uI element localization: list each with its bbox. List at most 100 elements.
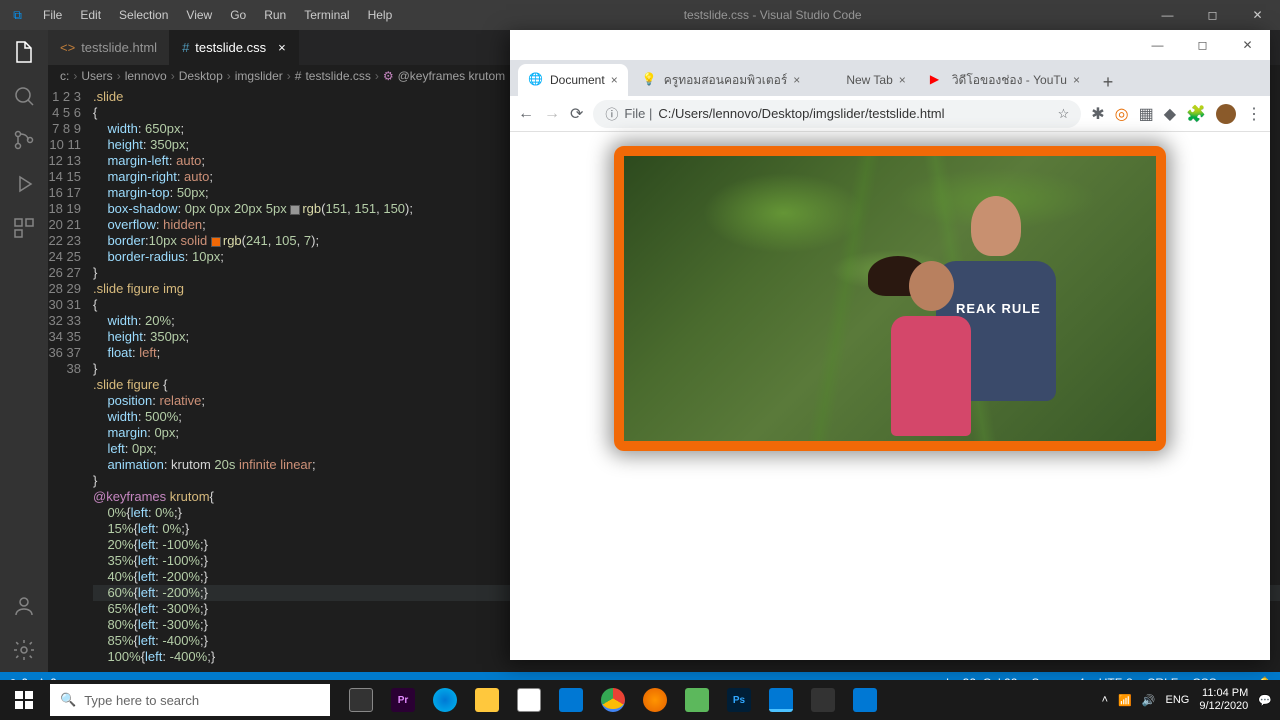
browser-maximize-button[interactable]: ◻ — [1180, 38, 1225, 52]
line-numbers: 1 2 3 4 5 6 7 8 9 10 11 12 13 14 15 16 1… — [48, 87, 93, 672]
chrome-titlebar: — ◻ ✕ — [510, 30, 1270, 60]
browser-tabs: 🌐 Document × 💡 ครูทอมสอนคอมพิวเตอร์ × New Ta… — [510, 60, 1270, 96]
tab-html[interactable]: <> testslide.html — [48, 30, 170, 65]
ext-icon[interactable]: ✱ — [1091, 104, 1104, 124]
app-photos[interactable] — [844, 680, 886, 720]
star-icon[interactable]: ☆ — [1058, 106, 1070, 122]
tab-label: วิดีโอของช่อง - YouTu — [952, 71, 1067, 90]
address-bar[interactable]: ⓘ File | C:/Users/lennovo/Desktop/imgsli… — [593, 100, 1081, 128]
browser-close-button[interactable]: ✕ — [1225, 38, 1270, 52]
taskbar-apps: Pr Ps — [340, 680, 886, 720]
search-icon: 🔍 — [60, 692, 76, 708]
menu-run[interactable]: Run — [256, 4, 294, 26]
tab-close-icon[interactable]: × — [899, 73, 906, 87]
extensions-area: ✱ ◎ ▦ ◆ 🧩 ⋮ — [1091, 104, 1262, 124]
start-button[interactable] — [0, 680, 48, 720]
menu-go[interactable]: Go — [222, 4, 254, 26]
menu-edit[interactable]: Edit — [72, 4, 109, 26]
menu-icon[interactable]: ⋮ — [1246, 104, 1262, 124]
explorer-icon[interactable] — [12, 40, 36, 64]
ext-icon[interactable]: ◆ — [1164, 104, 1176, 124]
debug-icon[interactable] — [12, 172, 36, 196]
app-premiere[interactable]: Pr — [382, 680, 424, 720]
extensions-icon[interactable] — [12, 216, 36, 240]
menu-help[interactable]: Help — [360, 4, 401, 26]
favicon: 💡 — [642, 72, 658, 88]
browser-minimize-button[interactable]: — — [1135, 38, 1180, 52]
reload-button[interactable]: ⟳ — [570, 104, 583, 124]
window-title: testslide.css - Visual Studio Code — [400, 8, 1145, 22]
address-bar-row: ← → ⟳ ⓘ File | C:/Users/lennovo/Desktop/… — [510, 96, 1270, 132]
browser-tab-2[interactable]: 💡 ครูทอมสอนคอมพิวเตอร์ × — [632, 64, 811, 96]
tray-network-icon[interactable]: 📶 — [1118, 694, 1132, 707]
source-control-icon[interactable] — [12, 128, 36, 152]
tab-close-icon[interactable]: × — [278, 40, 286, 55]
tray-volume-icon[interactable]: 🔊 — [1142, 694, 1156, 707]
app-explorer[interactable] — [466, 680, 508, 720]
page-content — [510, 132, 1270, 660]
app-photoshop[interactable]: Ps — [718, 680, 760, 720]
app-store[interactable] — [508, 680, 550, 720]
taskbar-clock[interactable]: 11:04 PM 9/12/2020 — [1199, 687, 1248, 713]
back-button[interactable]: ← — [518, 105, 534, 123]
app-taskview[interactable] — [340, 680, 382, 720]
app-paint[interactable] — [802, 680, 844, 720]
tray-language[interactable]: ENG — [1166, 694, 1190, 706]
taskbar-search[interactable]: 🔍 Type here to search — [50, 684, 330, 716]
search-icon[interactable] — [12, 84, 36, 108]
chrome-window: — ◻ ✕ 🌐 Document × 💡 ครูทอมสอนคอมพิวเตอร์ × … — [510, 30, 1270, 660]
forward-button[interactable]: → — [544, 105, 560, 123]
windows-taskbar: 🔍 Type here to search Pr Ps ˄ 📶 🔊 ENG 11:… — [0, 680, 1280, 720]
tab-close-icon[interactable]: × — [1073, 73, 1080, 87]
app-vscode[interactable] — [760, 680, 802, 720]
image-slider — [614, 146, 1166, 451]
info-icon[interactable]: ⓘ — [605, 104, 618, 123]
clock-time: 11:04 PM — [1199, 687, 1248, 700]
menu-bar: File Edit Selection View Go Run Terminal… — [35, 4, 400, 26]
browser-tab-4[interactable]: ▶วิดีโอของช่อง - YouTu× — [920, 64, 1090, 96]
clock-date: 9/12/2020 — [1199, 700, 1248, 713]
slide-figure-girl — [876, 261, 986, 441]
account-icon[interactable] — [12, 594, 36, 618]
new-tab-button[interactable]: + — [1094, 68, 1122, 96]
ext-icon[interactable]: ◎ — [1115, 104, 1129, 124]
url-text: C:/Users/lennovo/Desktop/imgslider/tests… — [658, 106, 944, 121]
vscode-titlebar: ⧉ File Edit Selection View Go Run Termin… — [0, 0, 1280, 30]
ext-icon[interactable]: ▦ — [1139, 104, 1154, 124]
profile-avatar[interactable] — [1216, 104, 1236, 124]
tab-label: New Tab — [846, 73, 892, 87]
activity-bar — [0, 30, 48, 672]
minimize-button[interactable]: — — [1145, 0, 1190, 30]
tab-label: ครูทอมสอนคอมพิวเตอร์ — [664, 71, 788, 90]
css-file-icon: # — [182, 40, 189, 55]
url-prefix: File | — [624, 106, 652, 121]
browser-tab-3[interactable]: New Tab × — [814, 64, 916, 96]
app-edge[interactable] — [424, 680, 466, 720]
search-placeholder: Type here to search — [84, 693, 199, 708]
tab-label: testslide.css — [195, 40, 266, 55]
system-tray: ˄ 📶 🔊 ENG 11:04 PM 9/12/2020 💬 — [1102, 687, 1280, 713]
menu-view[interactable]: View — [178, 4, 220, 26]
settings-icon[interactable] — [12, 638, 36, 662]
app-firefox[interactable] — [634, 680, 676, 720]
tray-notifications-icon[interactable]: 💬 — [1258, 694, 1272, 707]
maximize-button[interactable]: ◻ — [1190, 0, 1235, 30]
vscode-logo-icon: ⧉ — [0, 8, 35, 23]
menu-file[interactable]: File — [35, 4, 70, 26]
tab-label: testslide.html — [81, 40, 157, 55]
app-chrome[interactable] — [592, 680, 634, 720]
globe-icon: 🌐 — [528, 72, 544, 88]
html-file-icon: <> — [60, 40, 75, 55]
tab-close-icon[interactable]: × — [793, 73, 800, 87]
tab-label: Document — [550, 73, 605, 87]
tray-chevron-icon[interactable]: ˄ — [1102, 694, 1108, 706]
tab-close-icon[interactable]: × — [611, 73, 618, 87]
tab-css[interactable]: # testslide.css × — [170, 30, 299, 65]
app-mail[interactable] — [550, 680, 592, 720]
browser-tab-document[interactable]: 🌐 Document × — [518, 64, 628, 96]
menu-terminal[interactable]: Terminal — [296, 4, 357, 26]
app-camtasia[interactable] — [676, 680, 718, 720]
extensions-icon[interactable]: 🧩 — [1186, 104, 1206, 124]
close-button[interactable]: ✕ — [1235, 0, 1280, 30]
menu-selection[interactable]: Selection — [111, 4, 176, 26]
